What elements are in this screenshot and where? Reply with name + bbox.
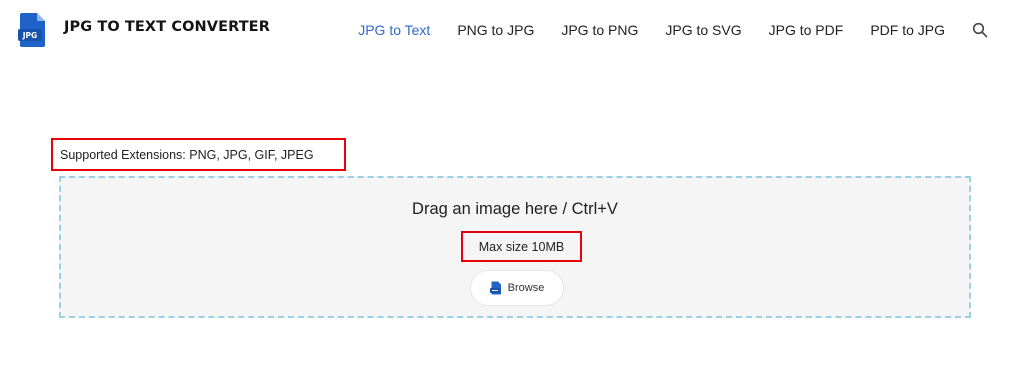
jpg-file-logo-icon: JPG bbox=[18, 12, 48, 48]
nav-jpg-to-svg[interactable]: JPG to SVG bbox=[665, 22, 741, 38]
search-icon[interactable] bbox=[972, 22, 988, 38]
page: JPG JPG TO TEXT CONVERTER JPG to Text PN… bbox=[0, 0, 1024, 373]
browse-button[interactable]: Browse bbox=[470, 270, 564, 306]
max-size-label: Max size 10MB bbox=[461, 231, 582, 262]
supported-extensions: Supported Extensions: PNG, JPG, GIF, JPE… bbox=[51, 138, 346, 171]
nav-jpg-to-pdf[interactable]: JPG to PDF bbox=[769, 22, 844, 38]
nav-pdf-to-jpg[interactable]: PDF to JPG bbox=[870, 22, 945, 38]
main-nav: JPG to Text PNG to JPG JPG to PNG JPG to… bbox=[358, 22, 988, 38]
site-header: JPG JPG TO TEXT CONVERTER JPG to Text PN… bbox=[0, 0, 1024, 62]
nav-png-to-jpg[interactable]: PNG to JPG bbox=[457, 22, 534, 38]
brand[interactable]: JPG JPG TO TEXT CONVERTER bbox=[18, 12, 270, 48]
brand-name: JPG TO TEXT CONVERTER bbox=[64, 19, 270, 35]
drop-instructions: Drag an image here / Ctrl+V bbox=[412, 200, 618, 218]
browse-label: Browse bbox=[507, 282, 545, 294]
logo-text: JPG bbox=[22, 31, 37, 40]
nav-jpg-to-text[interactable]: JPG to Text bbox=[358, 22, 430, 38]
image-dropzone[interactable]: Drag an image here / Ctrl+V Max size 10M… bbox=[59, 176, 971, 318]
nav-jpg-to-png[interactable]: JPG to PNG bbox=[561, 22, 638, 38]
file-jpg-icon bbox=[489, 281, 502, 295]
